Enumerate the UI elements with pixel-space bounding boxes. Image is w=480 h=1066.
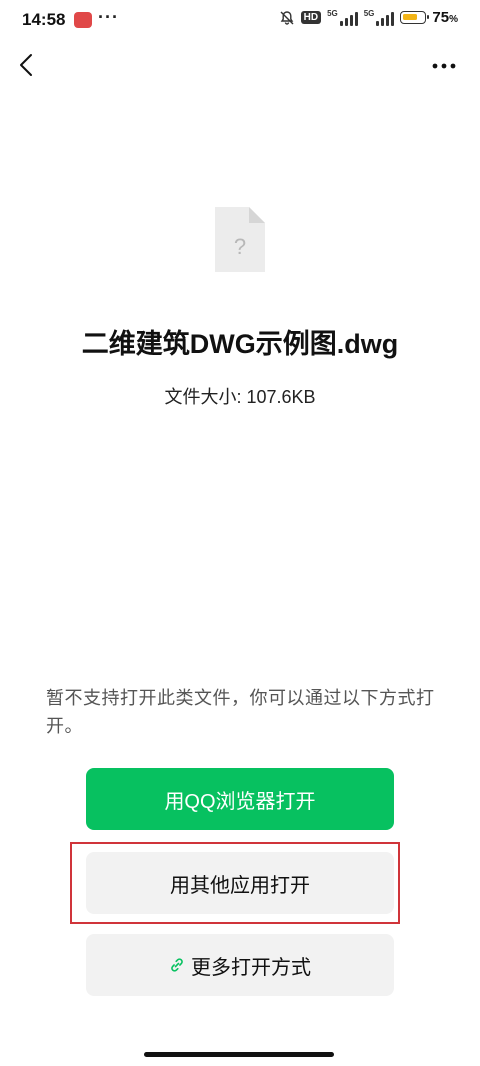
- more-open-ways-button[interactable]: 更多打开方式: [86, 934, 394, 996]
- open-with-qq-browser-button[interactable]: 用QQ浏览器打开: [86, 768, 394, 830]
- file-name: 二维建筑DWG示例图.dwg: [81, 329, 399, 359]
- battery-icon: [400, 11, 430, 24]
- unsupported-hint: 暂不支持打开此类文件，你可以通过以下方式打开。: [46, 688, 435, 736]
- chevron-left-icon: [20, 54, 32, 76]
- more-options-button[interactable]: [426, 52, 462, 80]
- hd-voice-icon: HD: [300, 11, 322, 24]
- file-size-label: 文件大小:: [164, 387, 242, 407]
- battery-fill: [403, 14, 418, 20]
- svg-text:?: ?: [234, 234, 246, 259]
- battery-percent: 75%: [432, 9, 458, 26]
- app-notification-icon: [74, 12, 92, 28]
- status-bar: 14:58 ··· HD 5G 5G 75%: [0, 0, 480, 44]
- signal-icon-1: 5G: [327, 9, 358, 26]
- signal-icon-2: 5G: [364, 9, 395, 26]
- more-horizontal-icon: [432, 63, 456, 69]
- mute-bell-icon: [280, 10, 294, 25]
- status-time: 14:58: [22, 10, 66, 29]
- status-icons: HD 5G 5G 75%: [279, 9, 458, 26]
- more-open-ways-label: 更多打开方式: [191, 956, 311, 979]
- notification-more-icon: ···: [98, 7, 119, 27]
- file-size-value: 107.6KB: [246, 387, 316, 407]
- link-icon: [171, 958, 183, 972]
- file-size: 文件大小: 107.6KB: [0, 383, 480, 409]
- open-with-qq-browser-label: 用QQ浏览器打开: [164, 790, 316, 813]
- home-indicator[interactable]: [144, 1052, 334, 1057]
- open-with-other-app-label: 用其他应用打开: [170, 874, 310, 897]
- unknown-file-icon: ?: [215, 207, 265, 272]
- open-with-other-app-button[interactable]: 用其他应用打开: [86, 852, 394, 914]
- back-button[interactable]: [12, 50, 42, 80]
